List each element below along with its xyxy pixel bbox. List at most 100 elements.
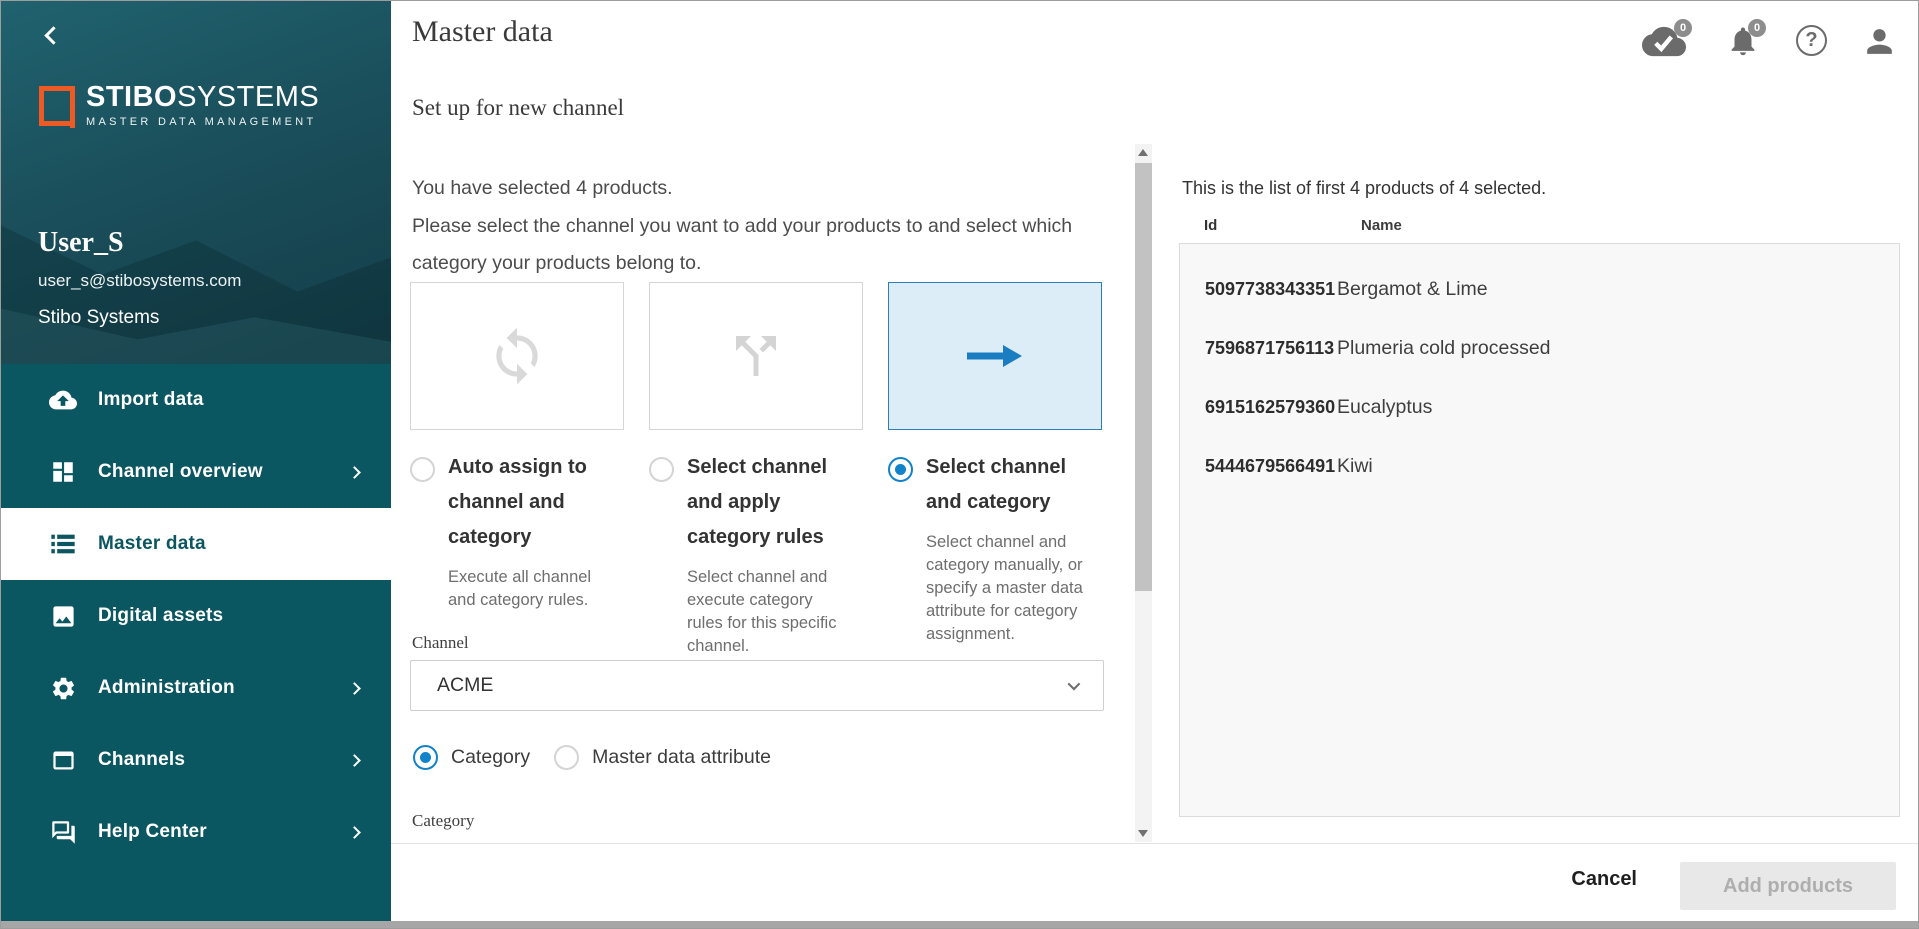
logo-tagline: MASTER DATA MANAGEMENT bbox=[86, 116, 319, 128]
vertical-scrollbar[interactable] bbox=[1135, 144, 1152, 842]
window-bottom-edge bbox=[1, 921, 1918, 928]
option-description: Select channel and execute category rule… bbox=[687, 566, 845, 658]
notification-badge: 0 bbox=[1748, 19, 1766, 37]
sidebar-item-master-data[interactable]: Master data bbox=[1, 508, 391, 580]
intro-line: Please select the channel you want to ad… bbox=[412, 208, 1072, 246]
cancel-button[interactable]: Cancel bbox=[1571, 868, 1637, 891]
option-title: Select channel and apply category rules bbox=[687, 450, 845, 555]
radio-unselected-icon[interactable] bbox=[649, 457, 674, 482]
option-apply-category-rules[interactable]: Select channel and apply category rules … bbox=[649, 450, 888, 658]
logo-square-icon bbox=[39, 86, 75, 126]
mode-option-label[interactable]: Master data attribute bbox=[592, 746, 771, 769]
table-row: 7596871756113 Plumeria cold processed bbox=[1180, 319, 1899, 378]
sidebar-item-label: Import data bbox=[98, 389, 359, 411]
intro-line: You have selected 4 products. bbox=[412, 170, 1072, 208]
sync-status-cloud-icon[interactable]: 0 bbox=[1642, 23, 1686, 60]
assignment-option-cards bbox=[410, 282, 1102, 430]
sidebar-item-administration[interactable]: Administration bbox=[1, 652, 391, 724]
product-id: 7596871756113 bbox=[1180, 338, 1337, 359]
option-select-channel-category[interactable]: Select channel and category Select chann… bbox=[888, 450, 1127, 658]
scrollbar-up-arrow-icon[interactable] bbox=[1138, 149, 1148, 156]
arrow-right-icon bbox=[967, 344, 1023, 368]
product-name: Bergamot & Lime bbox=[1337, 278, 1488, 301]
product-name: Eucalyptus bbox=[1337, 396, 1432, 419]
dashboard-grid-icon bbox=[49, 458, 77, 486]
add-products-button[interactable]: Add products bbox=[1680, 862, 1896, 910]
sidebar-item-help-center[interactable]: Help Center bbox=[1, 796, 391, 868]
channel-field-label: Channel bbox=[412, 633, 469, 653]
sidebar-item-digital-assets[interactable]: Digital assets bbox=[1, 580, 391, 652]
help-icon[interactable]: ? bbox=[1796, 25, 1827, 56]
chevron-right-icon bbox=[348, 754, 361, 767]
sidebar-menu: Import data Channel overview Master data bbox=[1, 364, 391, 868]
stibo-systems-logo: STIBOSYSTEMS MASTER DATA MANAGEMENT bbox=[39, 83, 319, 128]
option-auto-assign[interactable]: Auto assign to channel and category Exec… bbox=[410, 450, 649, 658]
product-id: 5097738343351 bbox=[1180, 279, 1337, 300]
sidebar-item-label: Digital assets bbox=[98, 605, 359, 627]
setup-scroll-area: You have selected 4 products. Please sel… bbox=[392, 144, 1135, 842]
option-title: Select channel and category bbox=[926, 450, 1102, 520]
logo-brand-bold: STIBO bbox=[86, 81, 177, 113]
sidebar-item-label: Administration bbox=[98, 677, 350, 699]
radio-unselected-icon[interactable] bbox=[554, 745, 579, 770]
sidebar-item-channels[interactable]: Channels bbox=[1, 724, 391, 796]
chevron-right-icon bbox=[348, 826, 361, 839]
channel-dropdown[interactable]: ACME bbox=[410, 660, 1104, 711]
logo-brand: STIBOSYSTEMS bbox=[86, 83, 319, 112]
gear-icon bbox=[49, 674, 77, 702]
app-window: STIBOSYSTEMS MASTER DATA MANAGEMENT User… bbox=[0, 0, 1919, 929]
card-auto-assign[interactable] bbox=[410, 282, 624, 430]
table-row: 5097738343351 Bergamot & Lime bbox=[1180, 260, 1899, 319]
sidebar-item-label: Channels bbox=[98, 749, 350, 771]
sidebar-item-channel-overview[interactable]: Channel overview bbox=[1, 436, 391, 508]
option-description: Select channel and category manually, or… bbox=[926, 531, 1102, 646]
split-arrow-icon bbox=[726, 326, 786, 386]
table-row: 6915162579360 Eucalyptus bbox=[1180, 378, 1899, 437]
product-id: 6915162579360 bbox=[1180, 397, 1337, 418]
intro-text: You have selected 4 products. Please sel… bbox=[412, 170, 1072, 283]
sidebar-item-import-data[interactable]: Import data bbox=[1, 364, 391, 436]
chevron-right-icon bbox=[348, 466, 361, 479]
option-title: Auto assign to channel and category bbox=[448, 450, 606, 555]
radio-selected-icon[interactable] bbox=[413, 745, 438, 770]
scrollbar-thumb[interactable] bbox=[1135, 163, 1152, 591]
scrollbar-down-arrow-icon[interactable] bbox=[1138, 830, 1148, 837]
column-header-name: Name bbox=[1361, 217, 1402, 234]
window-card-icon bbox=[49, 746, 77, 774]
product-id: 5444679566491 bbox=[1180, 456, 1337, 477]
status-badge: 0 bbox=[1674, 19, 1692, 37]
chevron-down-icon bbox=[1068, 678, 1081, 691]
user-email: user_s@stibosystems.com bbox=[38, 271, 241, 291]
product-list: 5097738343351 Bergamot & Lime 7596871756… bbox=[1179, 243, 1900, 817]
intro-line: category your products belong to. bbox=[412, 245, 1072, 283]
profile-icon[interactable] bbox=[1861, 23, 1898, 60]
radio-unselected-icon[interactable] bbox=[410, 457, 435, 482]
cloud-upload-icon bbox=[49, 386, 77, 414]
category-mode-radio-group: Category Master data attribute bbox=[413, 745, 771, 770]
logo-brand-light: SYSTEMS bbox=[177, 81, 319, 113]
card-select-channel-category[interactable] bbox=[888, 282, 1102, 430]
option-description: Execute all channel and category rules. bbox=[448, 566, 606, 612]
product-list-summary: This is the list of first 4 products of … bbox=[1182, 178, 1546, 199]
table-row: 5444679566491 Kiwi bbox=[1180, 437, 1899, 496]
assignment-radio-group: Auto assign to channel and category Exec… bbox=[410, 450, 1127, 658]
help-glyph: ? bbox=[1796, 25, 1827, 56]
sidebar-item-label: Help Center bbox=[98, 821, 350, 843]
category-field-label: Category bbox=[412, 811, 474, 831]
chat-bubbles-icon bbox=[49, 818, 77, 846]
chevron-right-icon bbox=[348, 682, 361, 695]
sidebar-item-label: Channel overview bbox=[98, 461, 350, 483]
image-icon bbox=[49, 602, 77, 630]
user-organization: Stibo Systems bbox=[38, 307, 159, 329]
sidebar-item-label: Master data bbox=[98, 533, 359, 555]
mode-option-label[interactable]: Category bbox=[451, 746, 530, 769]
footer-action-bar: Cancel Add products bbox=[391, 843, 1919, 923]
radio-selected-icon[interactable] bbox=[888, 457, 913, 482]
product-name: Plumeria cold processed bbox=[1337, 337, 1551, 360]
column-header-id: Id bbox=[1204, 217, 1217, 234]
card-apply-category-rules[interactable] bbox=[649, 282, 863, 430]
page-title: Master data bbox=[412, 15, 553, 49]
user-name: User_S bbox=[38, 227, 124, 259]
sidebar: STIBOSYSTEMS MASTER DATA MANAGEMENT User… bbox=[1, 1, 391, 923]
notifications-bell-icon[interactable]: 0 bbox=[1726, 23, 1760, 59]
